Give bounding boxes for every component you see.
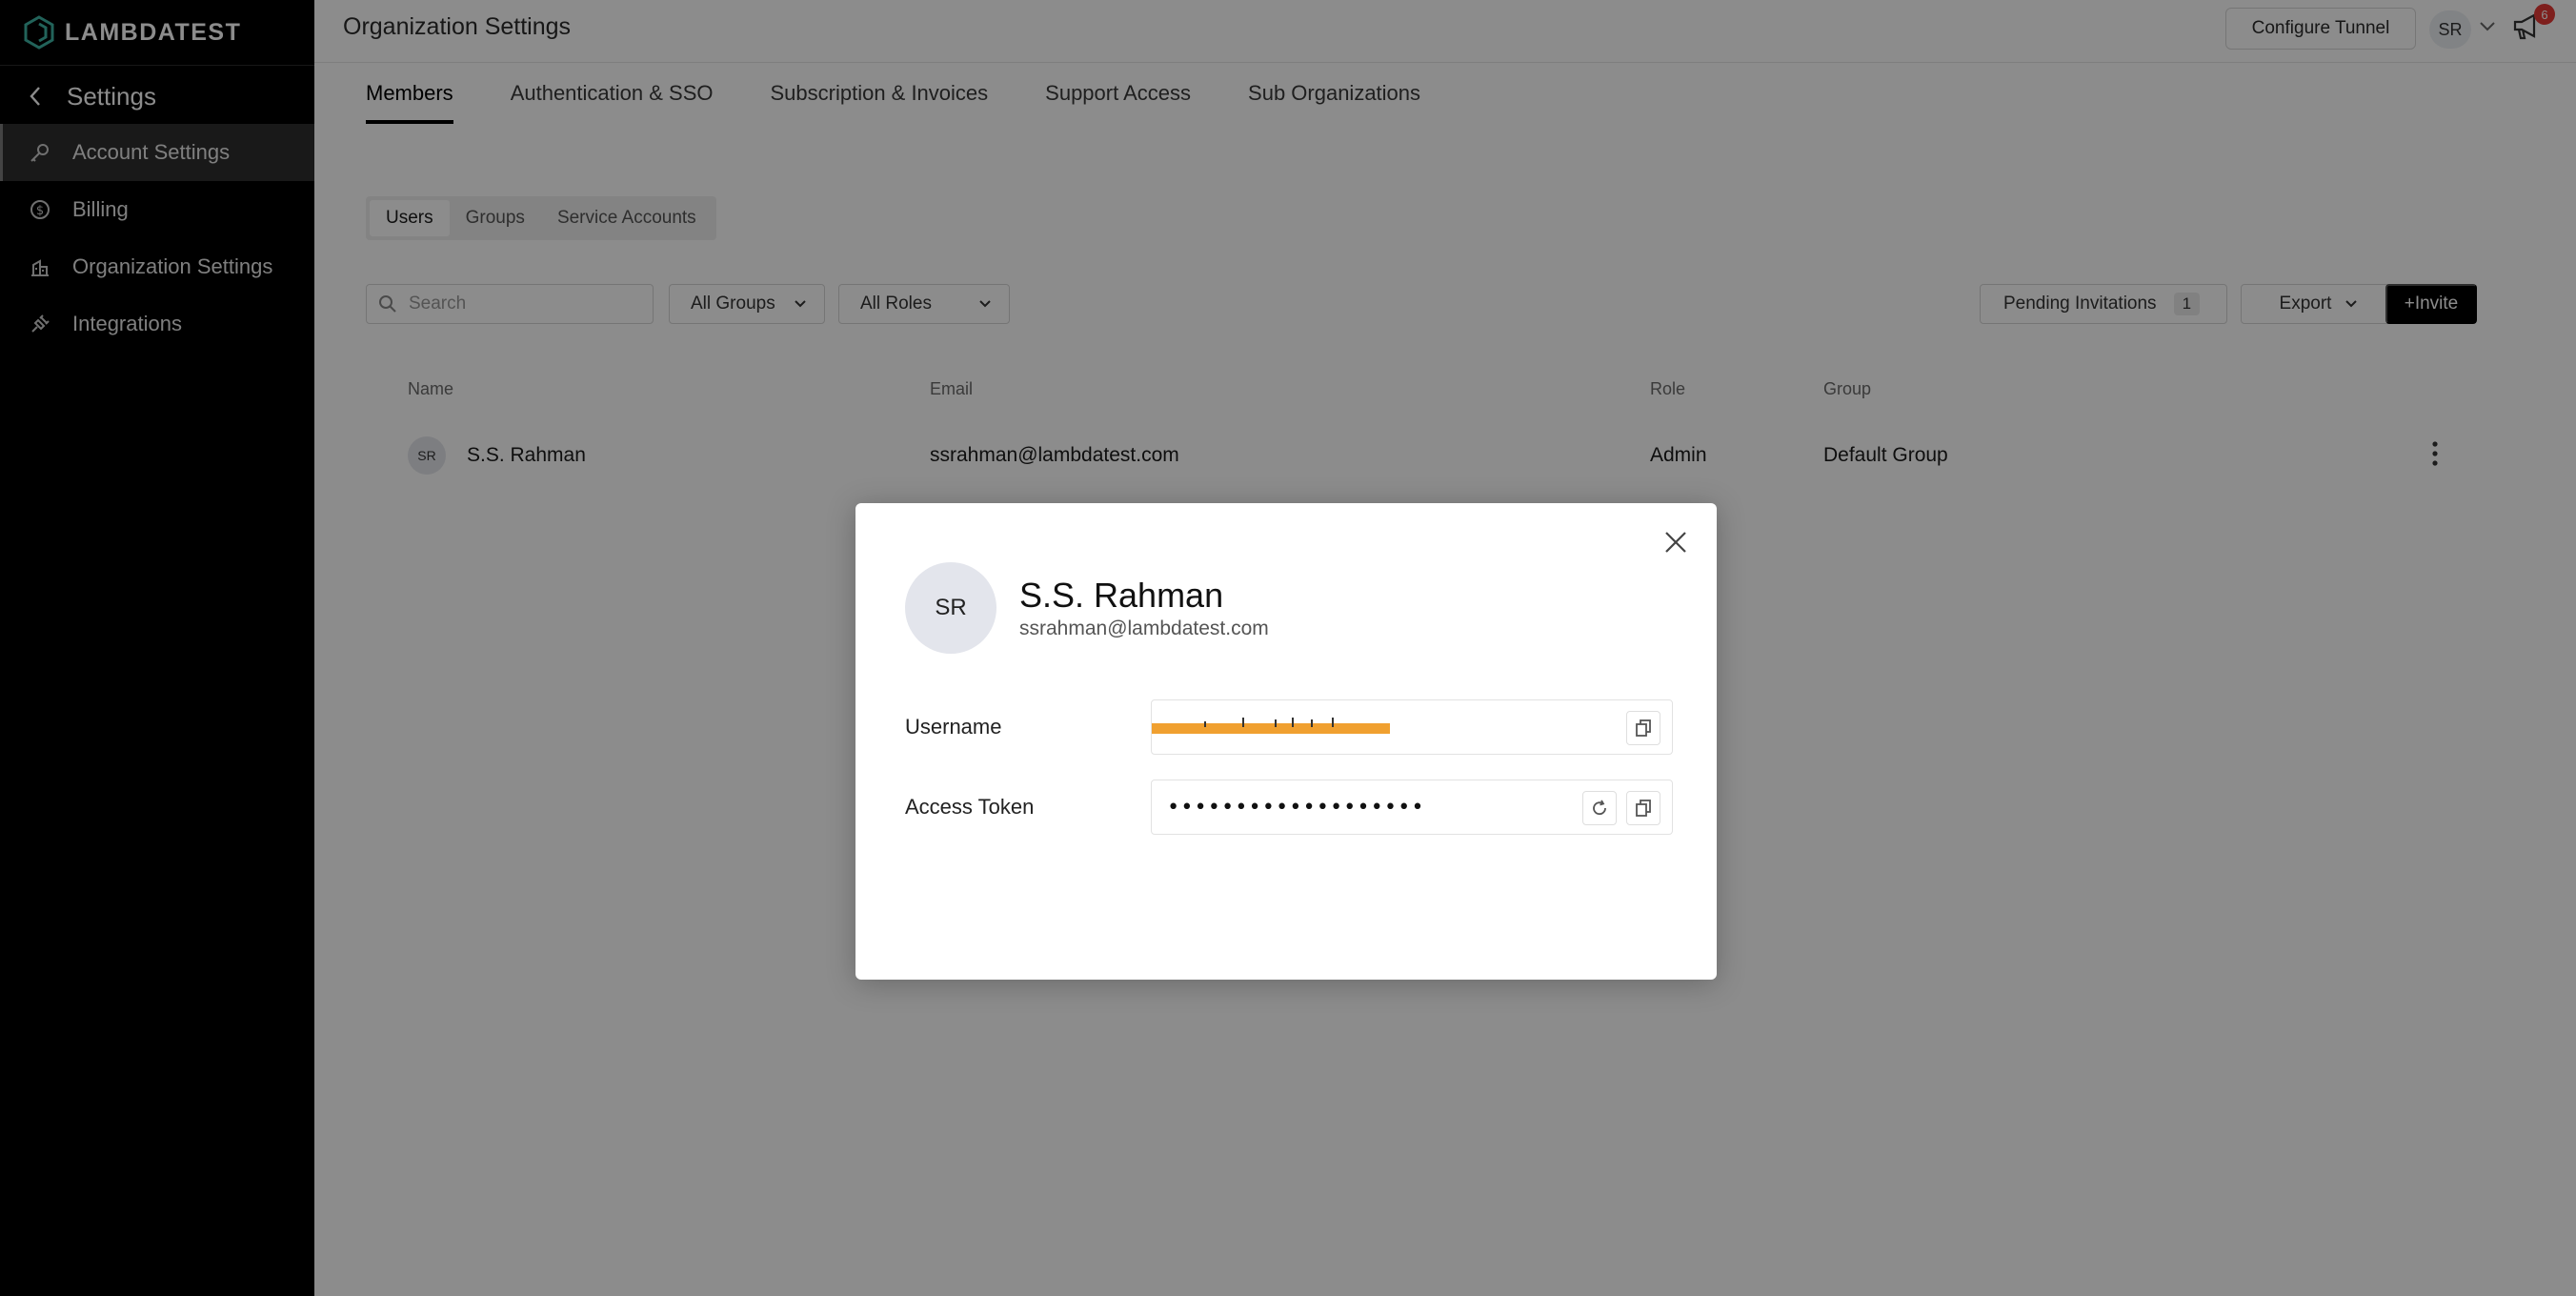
username-label: Username — [905, 715, 1002, 739]
regenerate-token-button[interactable] — [1582, 791, 1617, 825]
copy-username-button[interactable] — [1626, 711, 1660, 745]
redaction-marks — [1204, 718, 1334, 727]
access-token-value: ••••••••••••••••••• — [1167, 796, 1425, 820]
username-field[interactable] — [1151, 699, 1673, 755]
app-root: LAMBDATEST Settings Account Settings $ B… — [0, 0, 2576, 1296]
copy-icon — [1636, 719, 1651, 737]
modal-user-email: ssrahman@lambdatest.com — [1019, 618, 1269, 639]
copy-token-button[interactable] — [1626, 791, 1660, 825]
modal-user-name: S.S. Rahman — [1019, 576, 1224, 615]
refresh-icon — [1593, 800, 1606, 816]
close-icon[interactable] — [1663, 530, 1688, 555]
avatar: SR — [905, 562, 996, 654]
access-token-label: Access Token — [905, 795, 1035, 819]
copy-icon — [1636, 800, 1651, 817]
user-details-modal: SR S.S. Rahman ssrahman@lambdatest.com U… — [855, 503, 1717, 980]
access-token-field[interactable]: ••••••••••••••••••• — [1151, 780, 1673, 835]
